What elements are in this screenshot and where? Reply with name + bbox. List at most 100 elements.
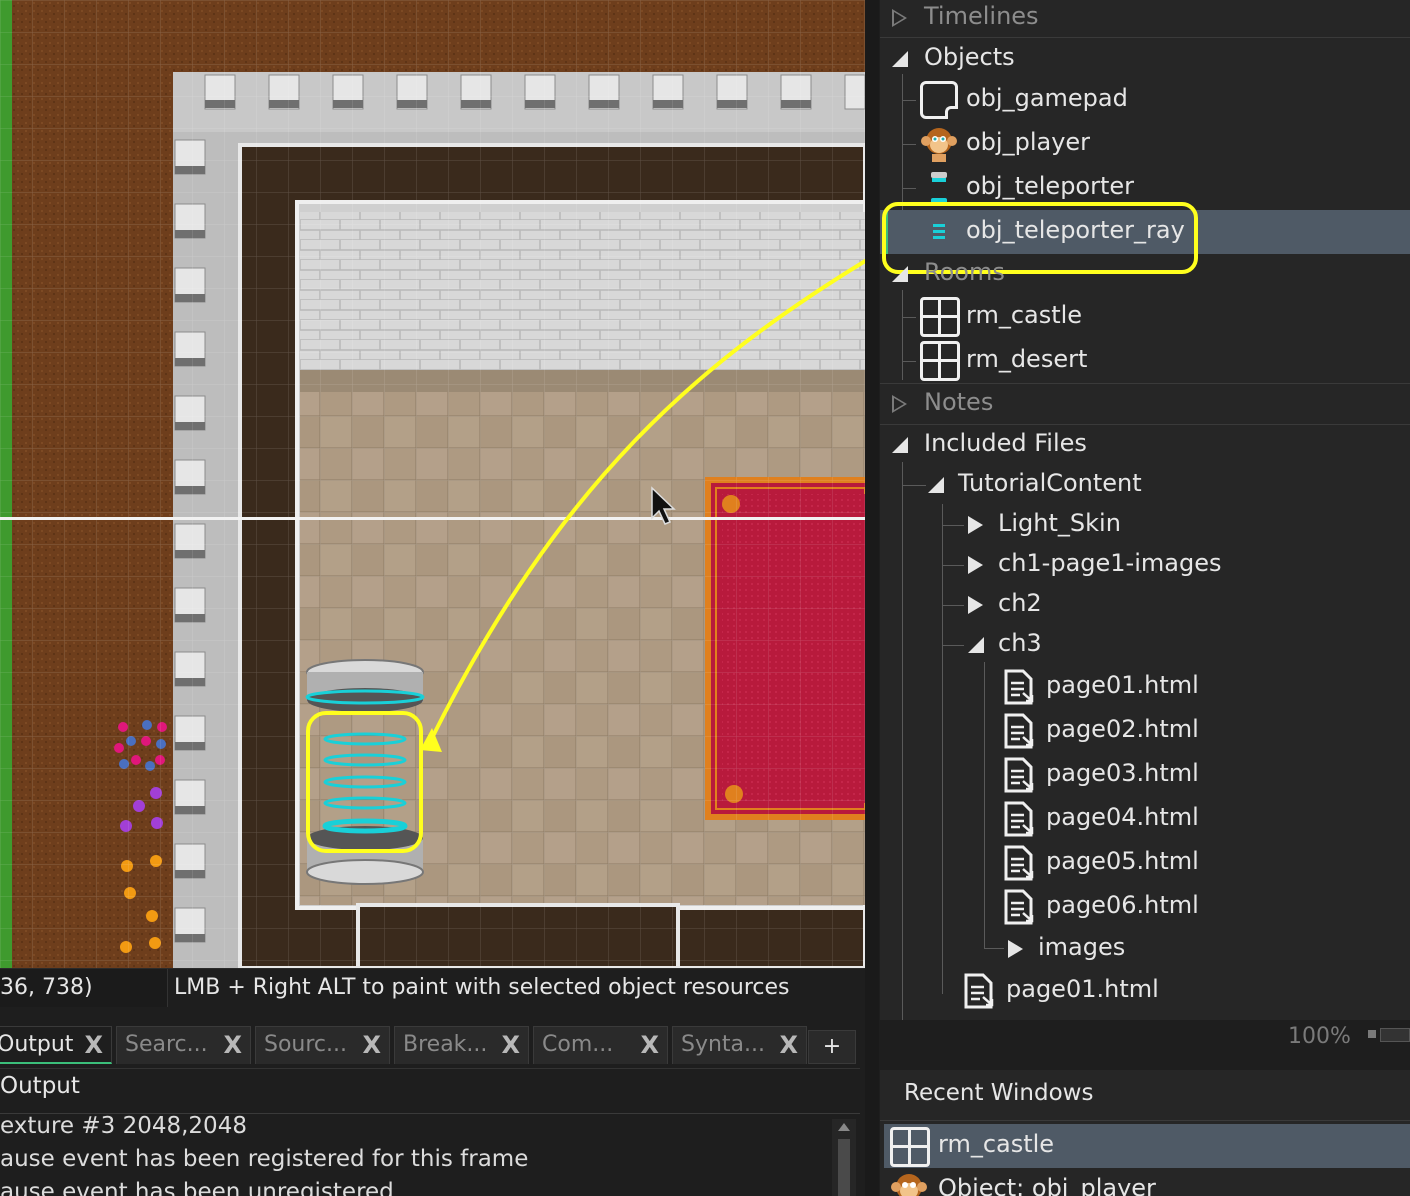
- tree-label: page02.html: [1046, 715, 1199, 743]
- output-tab-bar: Output X Searc... X Sourc... X Break... …: [0, 1020, 865, 1068]
- tree-label: TutorialContent: [958, 469, 1142, 497]
- tab-label: Synta...: [681, 1032, 766, 1057]
- recent-item-rm-castle[interactable]: rm_castle: [884, 1124, 1410, 1168]
- teleporter-icon: [931, 172, 947, 204]
- recent-item-label: Object: obj_player: [938, 1174, 1156, 1196]
- cursor-coordinates: 36, 738): [0, 969, 168, 1007]
- tree-label: page06.html: [1046, 891, 1199, 919]
- tab-label: Output: [0, 1032, 74, 1057]
- room-editor-canvas[interactable]: [0, 0, 865, 968]
- scroll-thumb[interactable]: [838, 1139, 850, 1196]
- tree-label: ch1-page1-images: [998, 549, 1222, 577]
- object-icon: [920, 81, 958, 119]
- tree-zoom-bar: 100%: [880, 1020, 1410, 1060]
- tree-item-page01[interactable]: page01.html: [880, 665, 1410, 709]
- tree-folder-ch3[interactable]: ch3: [880, 623, 1410, 667]
- collapse-arrow-icon[interactable]: [892, 266, 908, 282]
- scroll-up-icon[interactable]: [838, 1123, 850, 1131]
- close-icon[interactable]: X: [84, 1027, 103, 1063]
- divider: [880, 1120, 1410, 1121]
- tree-label: Light_Skin: [998, 509, 1121, 537]
- file-icon: [1004, 669, 1034, 705]
- tab-label: Break...: [403, 1032, 488, 1057]
- expand-arrow-icon[interactable]: [1008, 940, 1023, 958]
- tree-folder-rooms[interactable]: Rooms: [880, 254, 1410, 298]
- tree-folder-notes[interactable]: Notes: [880, 382, 1410, 426]
- room-icon: [890, 1127, 930, 1167]
- tree-label: page01.html: [1046, 671, 1199, 699]
- tree-label: Timelines: [924, 2, 1039, 30]
- tree-item-page04[interactable]: page04.html: [880, 797, 1410, 841]
- tab-breakpoints[interactable]: Break... X: [394, 1026, 529, 1064]
- tab-label: Sourc...: [264, 1032, 348, 1057]
- close-icon[interactable]: X: [362, 1027, 381, 1063]
- tree-label: rm_castle: [966, 301, 1083, 329]
- room-view[interactable]: [0, 0, 865, 968]
- expand-arrow-icon[interactable]: [892, 9, 907, 27]
- recent-windows-title: Recent Windows: [904, 1080, 1094, 1106]
- output-line: ause event has been registered for this …: [0, 1146, 529, 1172]
- recent-windows-panel: Recent Windows rm_castle Object: obj_pla…: [880, 1070, 1410, 1196]
- tree-label: Notes: [924, 388, 994, 416]
- tree-item-obj-gamepad[interactable]: obj_gamepad: [880, 78, 1410, 122]
- tree-folder-included-files[interactable]: Included Files: [880, 423, 1410, 467]
- tree-item-rm-desert[interactable]: rm_desert: [880, 339, 1410, 383]
- monkey-icon: [921, 128, 957, 162]
- room-icon: [920, 297, 960, 337]
- collapse-arrow-icon[interactable]: [892, 437, 908, 453]
- tree-label: Included Files: [924, 429, 1087, 457]
- tree-label: obj_teleporter: [966, 172, 1135, 200]
- tab-search[interactable]: Searc... X: [116, 1026, 251, 1064]
- close-icon[interactable]: X: [779, 1027, 798, 1063]
- tree-folder-timelines[interactable]: Timelines: [880, 0, 1410, 40]
- expand-arrow-icon[interactable]: [968, 516, 983, 534]
- expand-arrow-icon[interactable]: [968, 556, 983, 574]
- tree-item-obj-player[interactable]: obj_player: [880, 122, 1410, 166]
- tree-folder-light-skin[interactable]: Light_Skin: [880, 503, 1410, 547]
- close-icon[interactable]: X: [640, 1027, 659, 1063]
- tab-label: Searc...: [125, 1032, 208, 1057]
- zoom-slider-handle[interactable]: [1368, 1030, 1376, 1038]
- tree-folder-ch2[interactable]: ch2: [880, 583, 1410, 627]
- resource-tree[interactable]: Timelines Objects obj_gamepad obj_player…: [880, 0, 1410, 1020]
- tree-item-page02[interactable]: page02.html: [880, 709, 1410, 753]
- recent-item-label: rm_castle: [938, 1130, 1055, 1158]
- tab-syntax-errors[interactable]: Synta... X: [672, 1026, 807, 1064]
- file-icon: [1004, 889, 1034, 925]
- output-scrollbar[interactable]: [832, 1119, 856, 1196]
- tab-compile-errors[interactable]: Com... X: [533, 1026, 668, 1064]
- guide-line: [0, 517, 865, 520]
- collapse-arrow-icon[interactable]: [968, 637, 984, 653]
- tree-folder-objects[interactable]: Objects: [880, 37, 1410, 81]
- tree-label: page04.html: [1046, 803, 1199, 831]
- expand-arrow-icon[interactable]: [968, 596, 983, 614]
- file-icon: [1004, 845, 1034, 881]
- tree-item-page06[interactable]: page06.html: [880, 885, 1410, 929]
- status-hint: LMB + Right ALT to paint with selected o…: [174, 975, 790, 1000]
- monkey-icon: [891, 1174, 927, 1196]
- zoom-slider[interactable]: [1380, 1028, 1410, 1042]
- tab-output[interactable]: Output X: [0, 1026, 112, 1064]
- tree-item-page05[interactable]: page05.html: [880, 841, 1410, 885]
- close-icon[interactable]: X: [223, 1027, 242, 1063]
- tree-folder-images[interactable]: images: [880, 927, 1410, 971]
- close-icon[interactable]: X: [501, 1027, 520, 1063]
- tree-label: page03.html: [1046, 759, 1199, 787]
- tree-item-page01-root[interactable]: page01.html: [880, 969, 1410, 1013]
- add-tab-button[interactable]: +: [808, 1030, 856, 1064]
- collapse-arrow-icon[interactable]: [892, 51, 908, 67]
- tree-folder-ch1-page1-images[interactable]: ch1-page1-images: [880, 543, 1410, 587]
- tree-label: rm_desert: [966, 345, 1088, 373]
- tree-item-rm-castle[interactable]: rm_castle: [880, 295, 1410, 339]
- tree-folder-tutorialcontent[interactable]: TutorialContent: [880, 463, 1410, 507]
- tree-label: page01.html: [1006, 975, 1159, 1003]
- tree-item-page03[interactable]: page03.html: [880, 753, 1410, 797]
- status-bar: 36, 738) LMB + Right ALT to paint with s…: [0, 968, 865, 1007]
- expand-arrow-icon[interactable]: [892, 395, 907, 413]
- output-line: exture #3 2048,2048: [0, 1113, 247, 1139]
- file-icon: [964, 973, 994, 1009]
- collapse-arrow-icon[interactable]: [928, 477, 944, 493]
- tab-label: Com...: [542, 1032, 614, 1057]
- recent-item-obj-player[interactable]: Object: obj_player: [884, 1168, 1410, 1196]
- tab-source-control[interactable]: Sourc... X: [255, 1026, 390, 1064]
